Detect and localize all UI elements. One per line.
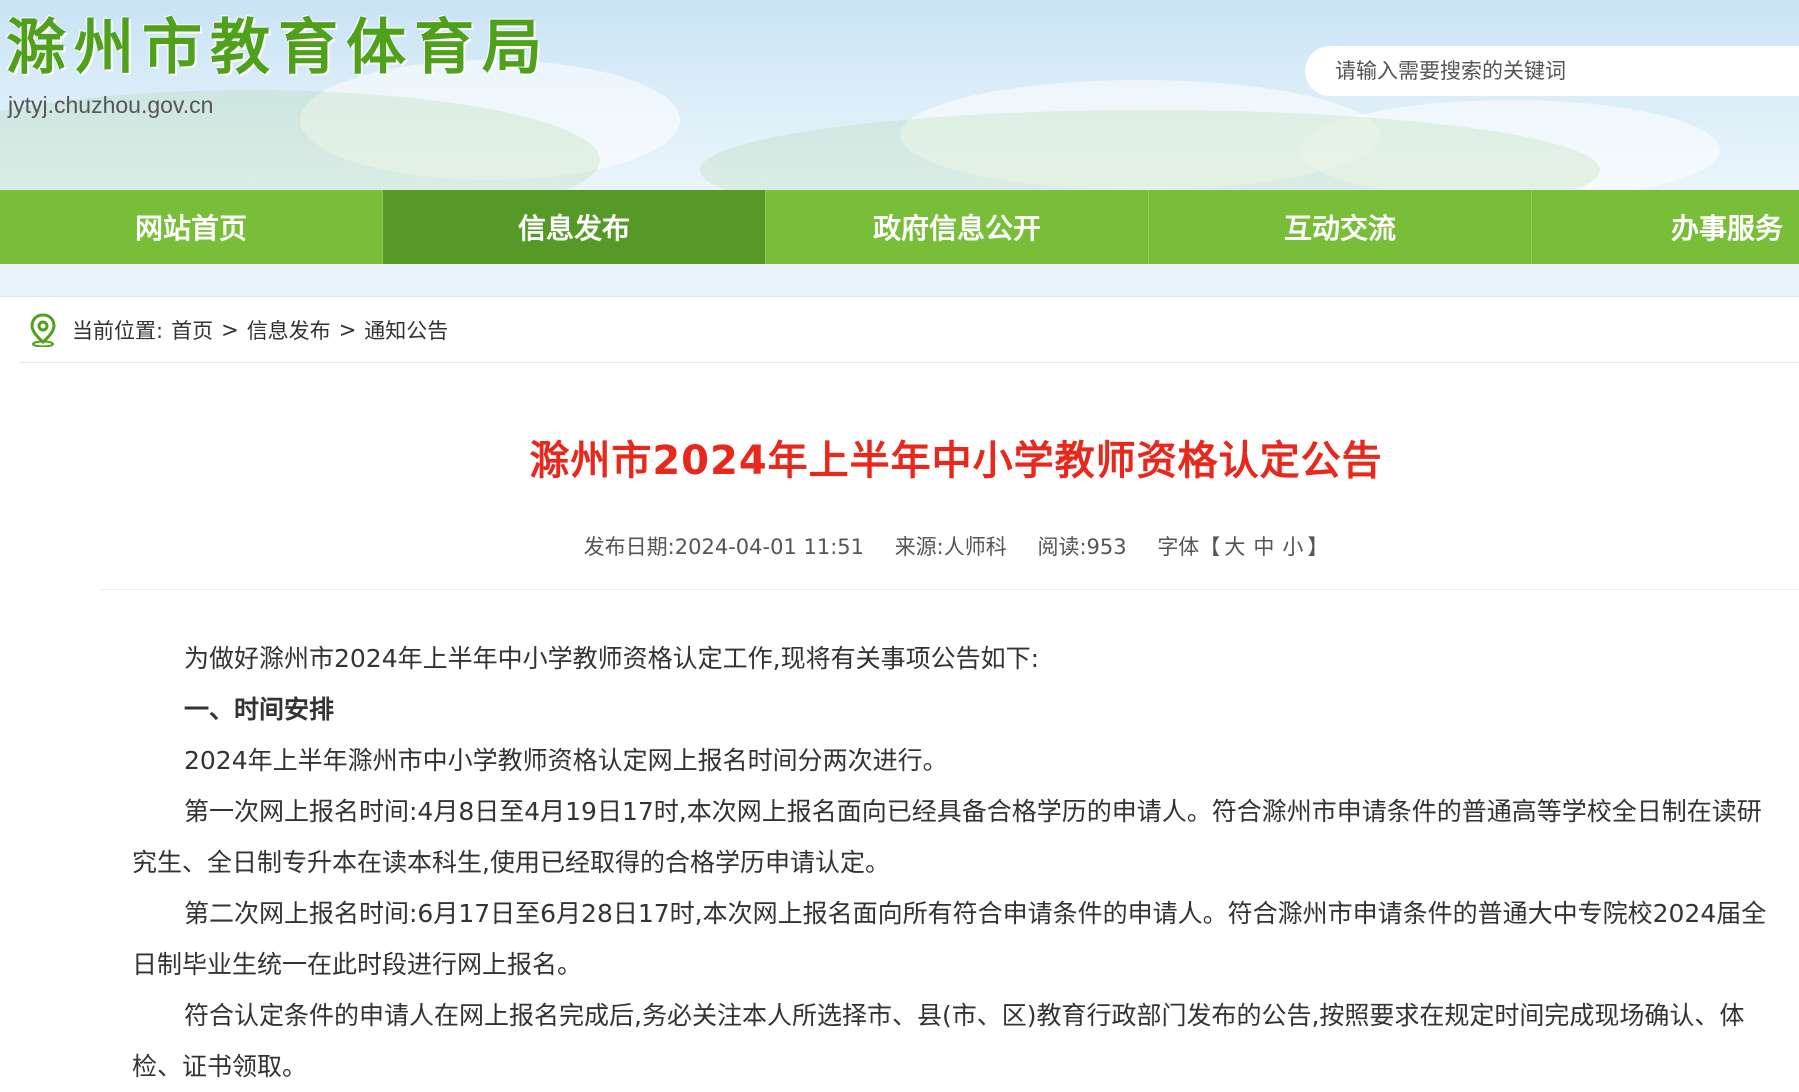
breadcrumb-prefix: 当前位置: (72, 319, 164, 343)
location-pin-icon (30, 313, 56, 347)
breadcrumb-info-release[interactable]: 信息发布 (247, 315, 331, 345)
nav-item-interaction[interactable]: 互动交流 (1149, 190, 1532, 264)
publish-date-label: 发布日期: (583, 535, 675, 559)
breadcrumb-separator: > (338, 318, 357, 342)
site-header: 滁州市教育体育局 jytyj.chuzhou.gov.cn (0, 0, 1799, 190)
nav-sub-strip (0, 264, 1799, 297)
font-size-small-button[interactable]: 小 (1282, 535, 1303, 559)
font-size-medium-button[interactable]: 中 (1253, 535, 1274, 559)
article-title: 滁州市2024年上半年中小学教师资格认定公告 (529, 438, 1383, 484)
source-label: 来源: (894, 535, 944, 559)
site-url: jytyj.chuzhou.gov.cn (8, 92, 214, 118)
views-label: 阅读: (1037, 535, 1087, 559)
views-count: 953 (1086, 535, 1127, 559)
breadcrumb-separator: > (221, 318, 239, 342)
section-heading-schedule: 一、时间安排 (184, 695, 335, 724)
article-content: 为做好滁州市2024年上半年中小学教师资格认定工作,现将有关事项公告如下: 一、… (132, 633, 1782, 1092)
font-size-close: 】 (1307, 535, 1329, 559)
paragraph-schedule-overview: 2024年上半年滁州市中小学教师资格认定网上报名时间分两次进行。 (184, 746, 948, 775)
font-size-large-button[interactable]: 大 (1224, 535, 1245, 559)
paragraph-first-registration: 第一次网上报名时间:4月8日至4月19日17时,本次网上报名面向已经具备合格学历… (132, 797, 1762, 877)
nav-item-info-release[interactable]: 信息发布 (383, 190, 766, 264)
search-input[interactable] (1305, 46, 1799, 96)
main-nav: 网站首页 信息发布 政府信息公开 互动交流 办事服务 (0, 190, 1799, 264)
breadcrumb-home[interactable]: 首页 (171, 315, 213, 345)
nav-item-services[interactable]: 办事服务 (1532, 190, 1799, 264)
site-logo-title[interactable]: 滁州市教育体育局 (6, 18, 550, 78)
nav-item-gov-info[interactable]: 政府信息公开 (766, 190, 1149, 264)
breadcrumb: 当前位置: 首页 > 信息发布 > 通知公告 (28, 310, 456, 350)
meta-divider (100, 589, 1799, 590)
font-size-label: 字体【 (1157, 535, 1221, 559)
paragraph-confirmation: 符合认定条件的申请人在网上报名完成后,务必关注本人所选择市、县(市、区)教育行政… (132, 1001, 1745, 1081)
paragraph-second-registration: 第二次网上报名时间:6月17日至6月28日17时,本次网上报名面向所有符合申请条… (132, 899, 1767, 979)
paragraph-intro: 为做好滁州市2024年上半年中小学教师资格认定工作,现将有关事项公告如下: (184, 644, 1039, 673)
publish-date: 2024-04-01 11:51 (674, 535, 864, 559)
nav-item-home[interactable]: 网站首页 (0, 190, 383, 264)
article-meta: 发布日期:2024-04-01 11:51 来源:人师科 阅读:953 字体【大… (0, 531, 1799, 561)
source-value: 人师科 (943, 535, 1007, 559)
breadcrumb-notices[interactable]: 通知公告 (364, 315, 448, 345)
breadcrumb-divider (20, 362, 1799, 363)
